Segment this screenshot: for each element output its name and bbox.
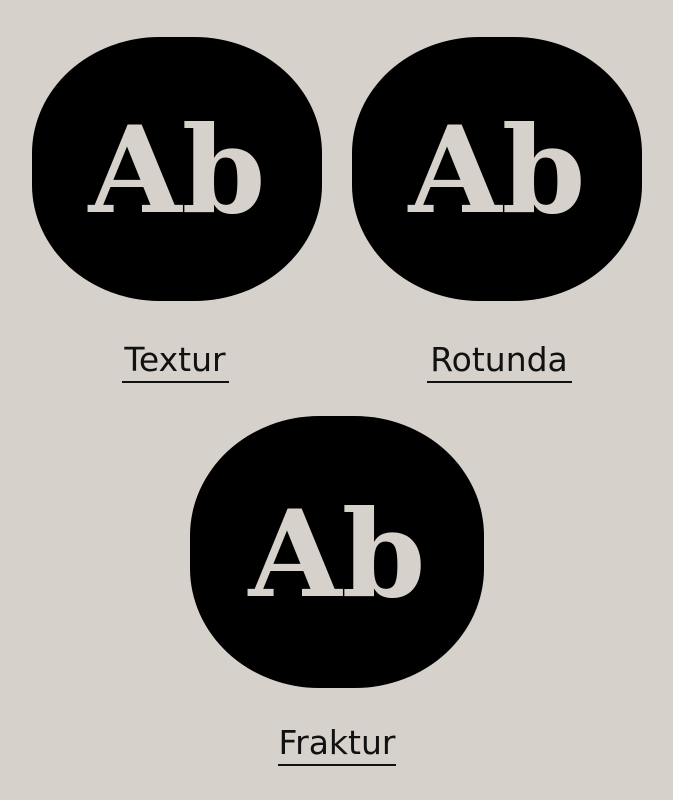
fraktur-specimen: Ab (247, 484, 425, 625)
fraktur-card: Ab (190, 416, 484, 688)
fraktur-label: Fraktur (278, 723, 396, 762)
textur-label: Textur (124, 340, 226, 379)
textur-card: Ab (32, 37, 322, 301)
textur-specimen-text: Ab (87, 100, 265, 241)
fraktur-specimen-text: Ab (247, 484, 425, 625)
rotunda-underline (427, 381, 572, 383)
textur-underline (122, 381, 229, 383)
textur-specimen: Ab (87, 100, 265, 241)
fraktur-underline (278, 764, 396, 766)
rotunda-specimen: Ab (407, 100, 585, 241)
rotunda-card: Ab (352, 37, 642, 301)
rotunda-specimen-text: Ab (407, 100, 585, 241)
rotunda-label: Rotunda (430, 340, 568, 379)
